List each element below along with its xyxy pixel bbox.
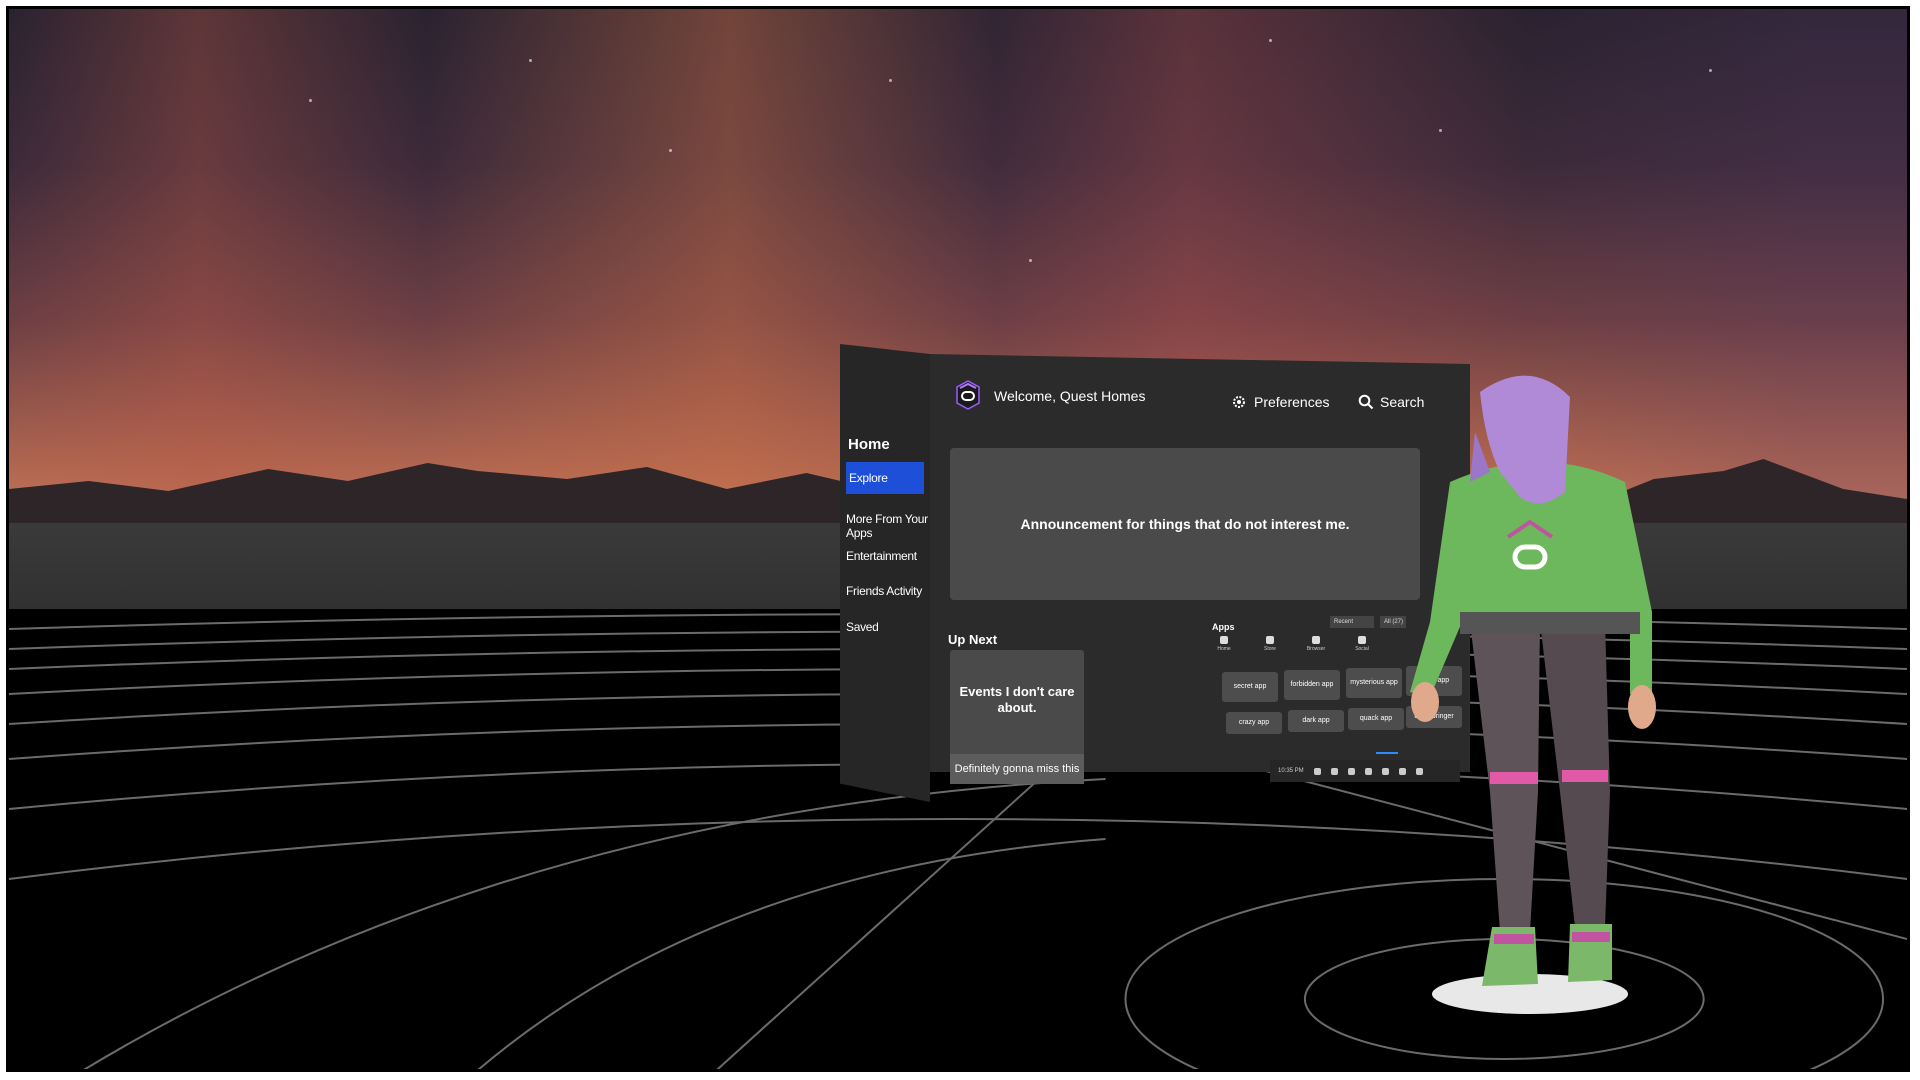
sidebar-item-saved[interactable]: Saved (846, 620, 879, 634)
app-quick-icons: Home Store Browser Social (1210, 636, 1420, 662)
preferences-button[interactable]: Preferences (1232, 394, 1329, 410)
sidebar: Home Explore More From Your Apps Enterta… (840, 344, 930, 802)
sort-dropdown[interactable]: Recent (1330, 616, 1374, 628)
quest-home-panel: Home Explore More From Your Apps Enterta… (840, 340, 1470, 810)
event-card[interactable]: Events I don't care about. Definitely go… (950, 650, 1084, 784)
sidebar-item-entertainment[interactable]: Entertainment (846, 549, 917, 563)
announcement-banner[interactable]: Announcement for things that do not inte… (950, 448, 1420, 600)
store-icon (1266, 636, 1274, 644)
app-tile[interactable]: crazy app (1226, 712, 1282, 734)
oculus-button-icon[interactable] (1313, 767, 1321, 775)
avatar-character (1410, 375, 1656, 1014)
app-tile[interactable]: forbidden app (1284, 670, 1340, 700)
gear-icon (1233, 396, 1245, 408)
sidebar-item-more-from-your-apps[interactable]: More From Your Apps (846, 512, 930, 540)
store-icon[interactable] (1347, 767, 1355, 775)
sidebar-item-explore[interactable]: Explore (846, 462, 924, 494)
preferences-label: Preferences (1254, 394, 1330, 410)
app-tile[interactable]: secret app (1222, 672, 1278, 702)
home-shortcut[interactable]: Home (1210, 636, 1238, 662)
up-next-heading: Up Next (948, 632, 998, 647)
clock: 10:35 PM (1278, 768, 1304, 774)
store-shortcut[interactable]: Store (1256, 636, 1284, 662)
apps-heading: Apps (1212, 622, 1235, 632)
welcome-text: Welcome, Quest Homes (994, 388, 1146, 404)
sidebar-item-friends-activity[interactable]: Friends Activity (846, 584, 922, 598)
sharing-icon[interactable] (1381, 767, 1389, 775)
app-tile[interactable]: dark app (1288, 710, 1344, 732)
people-icon[interactable] (1364, 767, 1372, 775)
social-icon (1358, 636, 1366, 644)
browser-shortcut[interactable]: Browser (1302, 636, 1330, 662)
oculus-logo-icon (956, 380, 980, 410)
home-icon (1220, 636, 1228, 644)
library-icon[interactable] (1330, 767, 1338, 775)
social-shortcut[interactable]: Social (1348, 636, 1376, 662)
sidebar-home-heading[interactable]: Home (848, 436, 890, 453)
event-footer: Definitely gonna miss this (950, 754, 1084, 784)
search-icon (1358, 394, 1374, 410)
browser-icon (1312, 636, 1320, 644)
event-title: Events I don't care about. (959, 684, 1075, 715)
